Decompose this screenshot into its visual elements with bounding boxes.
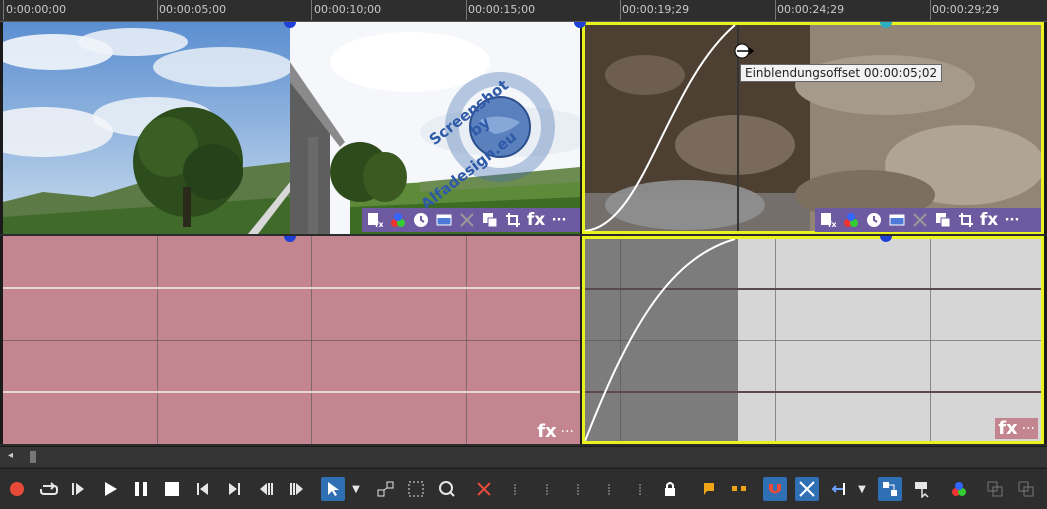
chevron-down-icon[interactable]: ▼ xyxy=(349,477,363,501)
ruler-tick xyxy=(157,0,158,20)
ruler-label: 0:00:00;00 xyxy=(6,3,67,16)
stabilize-icon[interactable] xyxy=(911,211,929,229)
selection-tool-icon[interactable] xyxy=(404,477,428,501)
previous-window-icon[interactable] xyxy=(1014,477,1038,501)
more-icon[interactable]: ··· xyxy=(1003,211,1021,229)
fade-curve xyxy=(585,239,736,441)
ruler-tick xyxy=(3,0,4,20)
scrollbar-thumb[interactable] xyxy=(30,451,36,463)
ruler-tick xyxy=(620,0,621,20)
trim-start-icon[interactable]: ⁞ xyxy=(503,477,527,501)
media-fx-icon[interactable] xyxy=(842,211,860,229)
fade-offset-tooltip: Einblendungsoffset 00:00:05;02 xyxy=(740,64,943,82)
svg-text:fx: fx xyxy=(828,220,836,228)
crop-icon[interactable] xyxy=(504,211,522,229)
auto-crossfade-icon[interactable] xyxy=(795,477,819,501)
ruler-tick xyxy=(466,0,467,20)
previous-icon[interactable] xyxy=(191,477,215,501)
clock-icon[interactable] xyxy=(865,211,883,229)
audio-waveform-right xyxy=(3,391,580,393)
scroll-left-icon[interactable]: ◂ xyxy=(8,450,13,461)
zoom-tool-icon[interactable] xyxy=(435,477,459,501)
snapping-icon[interactable] xyxy=(763,477,787,501)
watermark-logo: Screenshot by Alfadesign.eu xyxy=(417,72,555,213)
video-clip-rocks-selected[interactable] xyxy=(582,22,1044,234)
normal-edit-tool-icon[interactable] xyxy=(321,477,345,501)
audio-waveform-left xyxy=(3,287,580,289)
media-fx-icon[interactable] xyxy=(947,477,971,501)
rocks-image xyxy=(585,25,1041,231)
envelope-tool-icon[interactable] xyxy=(374,477,398,501)
loop-icon[interactable] xyxy=(37,477,61,501)
audio-fx-controls-selected: fx ··· xyxy=(995,418,1038,439)
audio-fx-button[interactable]: fx xyxy=(998,418,1017,439)
next-window-icon[interactable] xyxy=(983,477,1007,501)
play-from-start-icon[interactable] xyxy=(66,477,90,501)
take-icon[interactable] xyxy=(481,211,499,229)
record-icon[interactable] xyxy=(5,477,29,501)
trim-end-icon[interactable]: ⁞ xyxy=(535,477,559,501)
delete-icon[interactable] xyxy=(472,477,496,501)
fade-offset-cursor-icon xyxy=(733,40,755,62)
audio-clip-pink[interactable]: fx ··· xyxy=(3,236,580,444)
generator-icon[interactable] xyxy=(888,211,906,229)
tree-landscape-image xyxy=(3,22,290,234)
clip-fx-toolbar: fx fx ··· xyxy=(362,208,580,232)
audio-track[interactable]: fx ··· fx ··· xyxy=(0,236,1047,444)
chevron-down-icon[interactable]: ▼ xyxy=(855,477,869,501)
generator-icon[interactable] xyxy=(435,211,453,229)
clip-fx-toolbar-selected: fx fx ··· xyxy=(815,208,1041,232)
next-frame-icon[interactable] xyxy=(285,477,309,501)
ruler-label: 00:00:24;29 xyxy=(777,3,845,16)
auto-ripple-icon[interactable] xyxy=(826,477,850,501)
event-pan-crop-icon[interactable]: fx xyxy=(366,211,384,229)
ruler-label: 00:00:10;00 xyxy=(314,3,382,16)
timeline-scrollbar[interactable]: ◂ xyxy=(0,446,1047,467)
more-icon[interactable]: ··· xyxy=(550,211,568,229)
grouping-icon[interactable] xyxy=(878,477,902,501)
audio-fx-controls: fx ··· xyxy=(537,421,574,442)
event-pan-crop-icon[interactable]: fx xyxy=(819,211,837,229)
trim-to-selection-icon[interactable]: ⁞ xyxy=(628,477,652,501)
marker-icon[interactable] xyxy=(697,477,721,501)
more-icon[interactable]: ··· xyxy=(561,424,574,440)
ruler-label: 00:00:19;29 xyxy=(622,3,690,16)
play-icon[interactable] xyxy=(98,477,122,501)
stop-icon[interactable] xyxy=(160,477,184,501)
next-icon[interactable] xyxy=(222,477,246,501)
more-icon[interactable]: ··· xyxy=(1022,421,1035,437)
svg-text:fx: fx xyxy=(375,220,383,228)
video-clip-tree-thumbnail[interactable] xyxy=(3,22,290,234)
take-icon[interactable] xyxy=(934,211,952,229)
prev-frame-icon[interactable] xyxy=(254,477,278,501)
ruler-label: 00:00:15;00 xyxy=(468,3,536,16)
gridline xyxy=(3,340,580,341)
fx-icon[interactable]: fx xyxy=(980,210,998,230)
video-track[interactable]: Screenshot by Alfadesign.eu fx fx ··· Ei… xyxy=(0,22,1047,234)
media-fx-icon[interactable] xyxy=(389,211,407,229)
timeline-ruler[interactable]: 0:00:00;00 00:00:05;00 00:00:10;00 00:00… xyxy=(0,0,1047,22)
transport-toolbar: ▼ ⁞ ⁞ ⁞ ⁞ ⁞ ▼ xyxy=(0,468,1047,509)
ruler-label: 00:00:29;29 xyxy=(932,3,1000,16)
crop-icon[interactable] xyxy=(957,211,975,229)
region-icon[interactable] xyxy=(727,477,751,501)
split-icon[interactable]: ⁞ xyxy=(566,477,590,501)
event-selection-icon[interactable] xyxy=(910,477,934,501)
lock-icon[interactable] xyxy=(658,477,682,501)
audio-fx-button[interactable]: fx xyxy=(537,421,556,442)
ruler-label: 00:00:05;00 xyxy=(159,3,227,16)
ruler-tick xyxy=(311,0,312,20)
fx-icon[interactable]: fx xyxy=(527,210,545,230)
pause-icon[interactable] xyxy=(129,477,153,501)
trim-icon[interactable]: ⁞ xyxy=(597,477,621,501)
ruler-tick xyxy=(775,0,776,20)
clock-icon[interactable] xyxy=(412,211,430,229)
ruler-tick xyxy=(930,0,931,20)
stabilize-icon[interactable] xyxy=(458,211,476,229)
audio-clip-selected[interactable]: fx ··· xyxy=(582,236,1044,444)
